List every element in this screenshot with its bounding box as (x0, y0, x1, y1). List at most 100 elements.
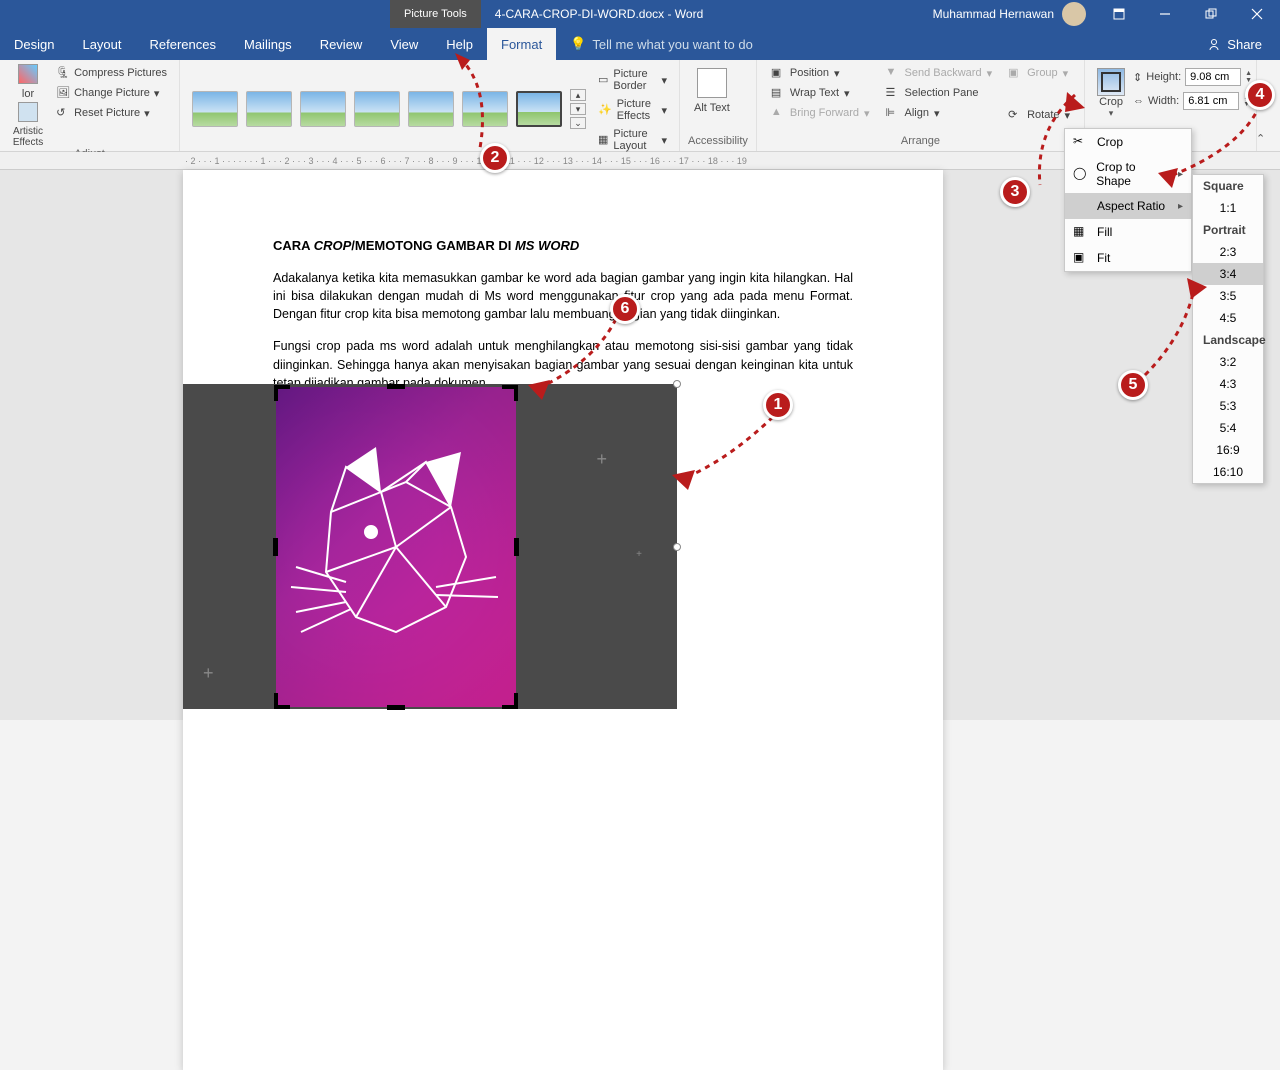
crop-handle-tm[interactable] (387, 384, 405, 389)
contextual-tab-label: Picture Tools (390, 0, 481, 28)
style-thumb[interactable] (408, 91, 454, 127)
crop-button[interactable]: Crop ▾ (1093, 64, 1129, 123)
forward-icon: ▲ (771, 106, 785, 120)
crop-menu-fit[interactable]: ▣Fit (1065, 245, 1191, 271)
document-heading: CARA CROP/MEMOTONG GAMBAR DI MS WORD (273, 238, 853, 253)
height-input[interactable] (1185, 68, 1241, 86)
tab-view[interactable]: View (376, 28, 432, 60)
share-icon (1207, 37, 1221, 51)
ratio-16-9[interactable]: 16:9 (1193, 439, 1263, 461)
tab-design[interactable]: Design (0, 28, 68, 60)
picture-dimmed-area: + + + (183, 384, 677, 709)
tab-references[interactable]: References (136, 28, 230, 60)
chevron-right-icon: ▸ (1178, 169, 1183, 180)
selection-pane-button[interactable]: ☰Selection Pane (880, 84, 999, 102)
style-thumb-selected[interactable] (516, 91, 562, 127)
share-button[interactable]: Share (1189, 28, 1280, 60)
crop-menu-aspect-ratio[interactable]: Aspect Ratio▸ (1065, 193, 1191, 219)
ratio-header-square: Square (1193, 175, 1263, 197)
effects-icon: ✨ (598, 103, 612, 117)
picture-effects-button[interactable]: ✨Picture Effects ▾ (594, 96, 671, 124)
tell-me-search[interactable]: 💡 Tell me what you want to do (556, 28, 767, 60)
tab-review[interactable]: Review (306, 28, 377, 60)
close-button[interactable] (1234, 0, 1280, 28)
annotation-badge-2: 2 (480, 143, 510, 173)
annotation-badge-3: 3 (1000, 177, 1030, 207)
reset-picture-button[interactable]: ↺Reset Picture ▾ (52, 104, 171, 122)
ratio-5-4[interactable]: 5:4 (1193, 417, 1263, 439)
collapse-ribbon-button[interactable]: ⌃ (1256, 132, 1274, 146)
crop-handle-lm[interactable] (273, 538, 278, 556)
gallery-more-button[interactable]: ▴▾⌄ (570, 89, 586, 129)
crop-handle-tr[interactable] (502, 385, 518, 401)
style-thumb[interactable] (192, 91, 238, 127)
picture-styles-gallery[interactable]: ▴▾⌄ (188, 83, 590, 135)
crop-handle-bm[interactable] (387, 705, 405, 710)
crop-handle-br[interactable] (502, 693, 518, 709)
user-account[interactable]: Muhammad Hernawan (933, 2, 1096, 26)
crop-menu-shape[interactable]: ◯Crop to Shape▸ (1065, 155, 1191, 193)
tab-help[interactable]: Help (432, 28, 487, 60)
position-button[interactable]: ▣Position ▾ (765, 64, 876, 82)
tab-layout[interactable]: Layout (68, 28, 135, 60)
color-button[interactable]: lor (8, 64, 48, 100)
artistic-effects-button[interactable]: Artistic Effects (8, 102, 48, 148)
ratio-3-2[interactable]: 3:2 (1193, 351, 1263, 373)
picture-border-button[interactable]: ▭Picture Border ▾ (594, 66, 671, 94)
compress-pictures-button[interactable]: 🗜Compress Pictures (52, 64, 171, 82)
bring-forward-button[interactable]: ▲Bring Forward ▾ (765, 104, 876, 122)
ratio-3-5[interactable]: 3:5 (1193, 285, 1263, 307)
ratio-header-landscape: Landscape (1193, 329, 1263, 351)
wrap-text-button[interactable]: ▤Wrap Text ▾ (765, 84, 876, 102)
picture-crop-frame[interactable]: + + + (183, 384, 677, 709)
align-button[interactable]: ⊫Align ▾ (880, 104, 999, 122)
fill-icon: ▦ (1073, 224, 1089, 240)
send-backward-button[interactable]: ▼Send Backward ▾ (880, 64, 999, 82)
crop-handle-bl[interactable] (274, 693, 290, 709)
ratio-1-1[interactable]: 1:1 (1193, 197, 1263, 219)
ratio-5-3[interactable]: 5:3 (1193, 395, 1263, 417)
ratio-4-3[interactable]: 4:3 (1193, 373, 1263, 395)
cat-illustration-icon (286, 437, 506, 667)
style-thumb[interactable] (462, 91, 508, 127)
chevron-right-icon: ▸ (1178, 201, 1183, 212)
crop-handle-rm[interactable] (514, 538, 519, 556)
ratio-2-3[interactable]: 2:3 (1193, 241, 1263, 263)
width-input[interactable] (1183, 92, 1239, 110)
fit-icon: ▣ (1073, 250, 1089, 266)
style-thumb[interactable] (300, 91, 346, 127)
tab-format[interactable]: Format (487, 28, 556, 60)
document-paragraph: Adakalanya ketika kita memasukkan gambar… (273, 269, 853, 323)
rotate-button[interactable]: ⟳Rotate ▾ (1002, 106, 1076, 124)
wrap-icon: ▤ (771, 86, 785, 100)
annotation-badge-4: 4 (1245, 80, 1275, 110)
selection-handle[interactable] (673, 543, 681, 551)
style-thumb[interactable] (246, 91, 292, 127)
minimize-button[interactable] (1142, 0, 1188, 28)
style-thumb[interactable] (354, 91, 400, 127)
picture-layout-button[interactable]: ▦Picture Layout ▾ (594, 126, 671, 154)
crop-menu-crop[interactable]: ✂Crop (1065, 129, 1191, 155)
plus-marker-icon: + (596, 449, 607, 470)
avatar-icon (1062, 2, 1086, 26)
position-icon: ▣ (771, 66, 785, 80)
ratio-3-4[interactable]: 3:4 (1193, 263, 1263, 285)
aspect-ratio-submenu: Square 1:1 Portrait 2:3 3:4 3:5 4:5 Land… (1192, 174, 1264, 484)
chevron-down-icon: ▾ (1109, 108, 1114, 119)
group-button[interactable]: ▣Group ▾ (1002, 64, 1076, 82)
crop-menu-fill[interactable]: ▦Fill (1065, 219, 1191, 245)
chevron-down-icon: ▾ (661, 104, 667, 117)
border-icon: ▭ (598, 73, 608, 87)
alt-text-button[interactable]: Alt Text (688, 64, 736, 118)
crop-region[interactable] (276, 387, 516, 707)
crop-icon (1097, 68, 1125, 96)
change-picture-button[interactable]: 🖼Change Picture ▾ (52, 84, 171, 102)
ribbon-display-options-icon[interactable] (1096, 0, 1142, 28)
tab-mailings[interactable]: Mailings (230, 28, 306, 60)
maximize-button[interactable] (1188, 0, 1234, 28)
ratio-16-10[interactable]: 16:10 (1193, 461, 1263, 483)
document-title: 4-CARA-CROP-DI-WORD.docx - Word (481, 7, 717, 21)
selection-handle[interactable] (673, 380, 681, 388)
crop-handle-tl[interactable] (274, 385, 290, 401)
ratio-4-5[interactable]: 4:5 (1193, 307, 1263, 329)
